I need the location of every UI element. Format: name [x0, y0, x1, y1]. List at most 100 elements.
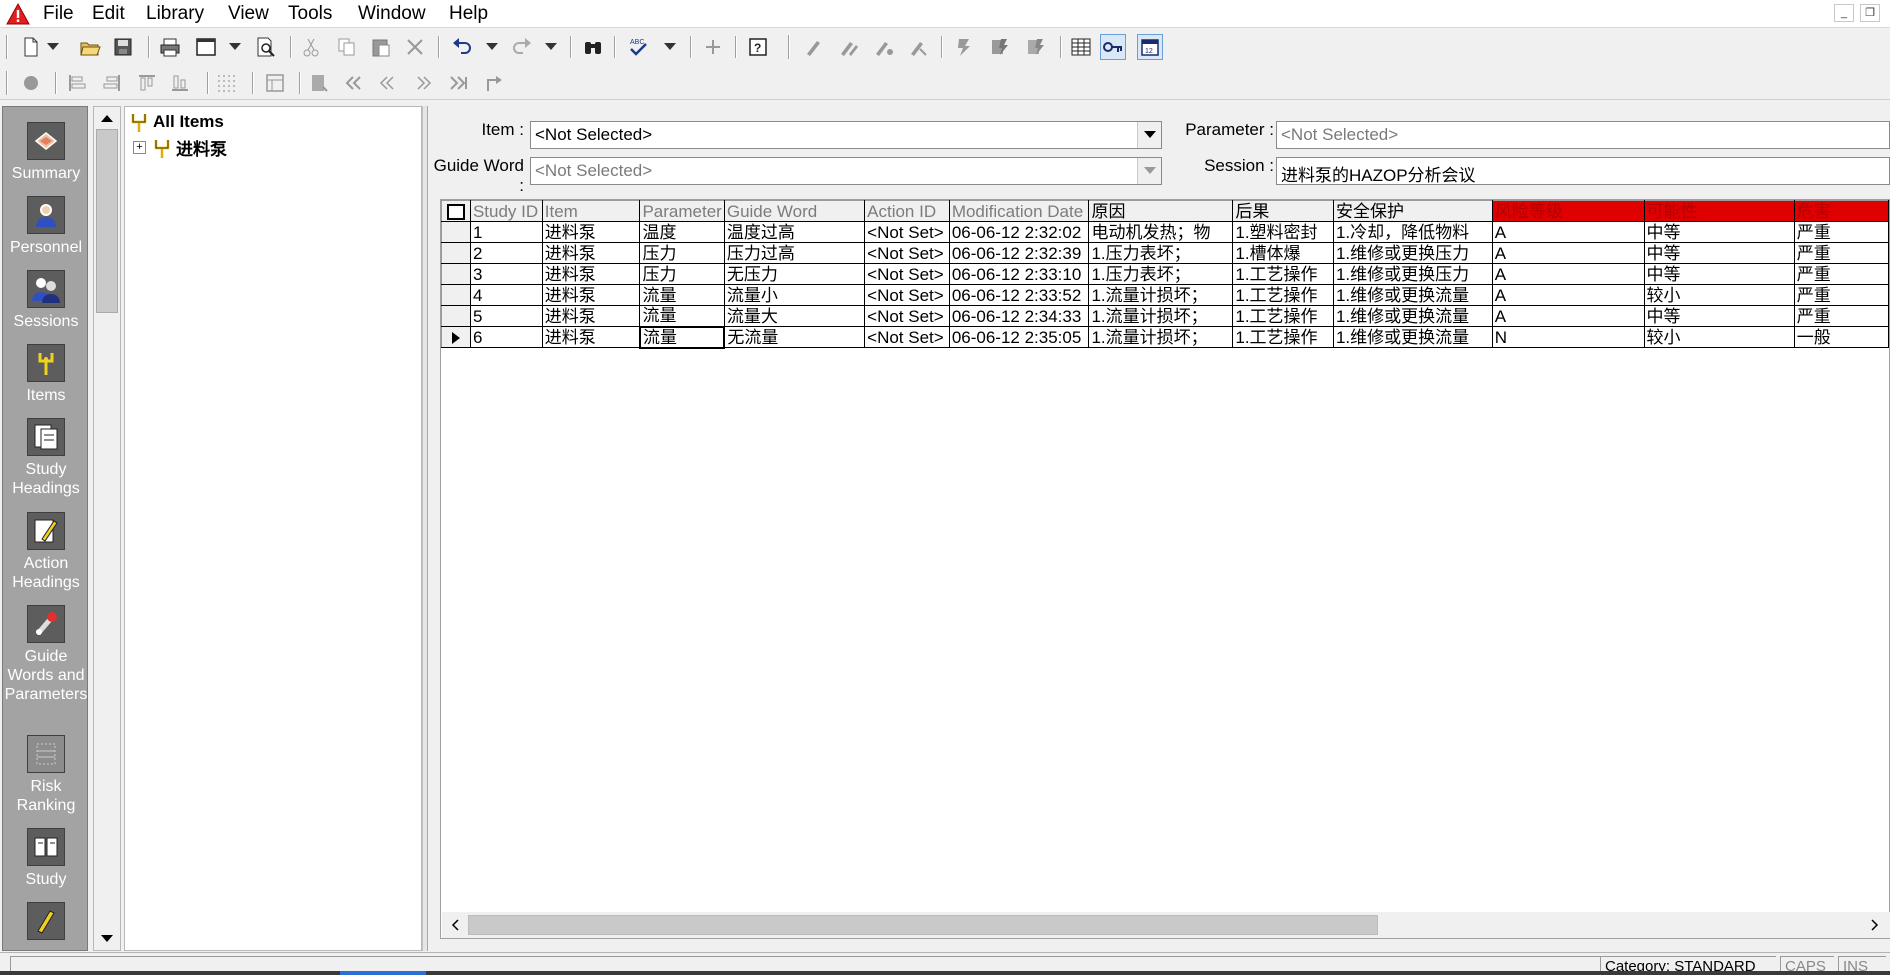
- save-disk-icon[interactable]: [110, 34, 136, 60]
- align-left-icon[interactable]: [64, 70, 90, 96]
- flag-lightning-3-icon[interactable]: [1023, 34, 1049, 60]
- menu-help[interactable]: Help: [447, 3, 490, 25]
- redo-icon[interactable]: [509, 34, 535, 60]
- cell-study-id[interactable]: 3: [469, 263, 543, 285]
- toolbar-grip[interactable]: [6, 35, 8, 59]
- cell-study-id[interactable]: 1: [469, 221, 543, 243]
- goto-record-icon[interactable]: [480, 70, 506, 96]
- page-layout-icon[interactable]: [193, 34, 219, 60]
- cell-parameter[interactable]: 温度: [639, 221, 725, 243]
- last-record-icon[interactable]: [445, 70, 471, 96]
- cell-safeguard[interactable]: 1.维修或更换压力: [1332, 263, 1493, 285]
- find-binoculars-icon[interactable]: [580, 34, 606, 60]
- undo-icon[interactable]: [449, 34, 475, 60]
- menu-window[interactable]: Window: [356, 3, 428, 25]
- column-header-cause[interactable]: 原因: [1088, 200, 1234, 222]
- cell-item[interactable]: 进料泵: [541, 221, 641, 243]
- paste-icon[interactable]: [368, 34, 394, 60]
- action-pen-4-icon[interactable]: [905, 34, 931, 60]
- guide-word-filter-combo[interactable]: <Not Selected>: [530, 157, 1162, 185]
- cell-action-id[interactable]: <Not Set>: [864, 305, 950, 327]
- horizontal-scrollbar[interactable]: [442, 912, 1890, 938]
- tree-node-feed-pump[interactable]: + 进料泵: [133, 135, 227, 160]
- row-selector[interactable]: [441, 221, 471, 243]
- align-bottom-icon[interactable]: [167, 70, 193, 96]
- cut-icon[interactable]: [298, 34, 324, 60]
- guide-word-dropdown-arrow-icon[interactable]: [1137, 158, 1161, 184]
- spellcheck-icon[interactable]: ABC: [625, 34, 651, 60]
- table-row[interactable]: 5 进料泵 流量 流量大 <Not Set> 06-06-12 2:34:33 1.流量计损…: [441, 305, 1889, 327]
- cell-likelihood[interactable]: 中等: [1643, 305, 1795, 327]
- grid-view-icon[interactable]: [1068, 34, 1094, 60]
- cell-likelihood[interactable]: 中等: [1643, 263, 1795, 285]
- cell-action-id[interactable]: <Not Set>: [864, 242, 950, 264]
- cell-cause[interactable]: 1.压力表坏；: [1088, 263, 1234, 285]
- cell-risk-level[interactable]: A: [1491, 242, 1645, 264]
- menu-view[interactable]: View: [226, 3, 271, 25]
- nav-action[interactable]: [3, 902, 87, 940]
- column-header-action-id[interactable]: Action ID: [864, 200, 950, 222]
- record-stop-icon[interactable]: [18, 70, 44, 96]
- menu-library[interactable]: Library: [144, 3, 206, 25]
- cell-item[interactable]: 进料泵: [541, 263, 641, 285]
- cell-risk-level[interactable]: A: [1491, 284, 1645, 306]
- nav-items[interactable]: Items: [3, 344, 87, 405]
- redo-dropdown-chevron-icon[interactable]: [544, 34, 558, 60]
- column-header-consequence[interactable]: 后果: [1232, 200, 1334, 222]
- nav-study[interactable]: Study: [3, 828, 87, 889]
- scroll-down-arrow-icon[interactable]: [96, 930, 118, 948]
- cell-severity[interactable]: 严重: [1793, 221, 1889, 243]
- table-row[interactable]: 6 进料泵 流量 无流量 <Not Set> 06-06-12 2:35:05 1.流量计损…: [441, 325, 1889, 349]
- cell-parameter[interactable]: 压力: [639, 263, 725, 285]
- flag-lightning-1-icon[interactable]: [951, 34, 977, 60]
- key-icon[interactable]: [1100, 34, 1126, 60]
- first-record-icon[interactable]: [340, 70, 366, 96]
- select-all-checkbox[interactable]: [446, 204, 465, 221]
- nav-risk-ranking[interactable]: Risk Ranking: [3, 735, 87, 815]
- cell-cause[interactable]: 电动机发热；物: [1088, 221, 1234, 243]
- column-header-item[interactable]: Item: [541, 200, 641, 222]
- row-selector[interactable]: [441, 242, 471, 264]
- delete-x-icon[interactable]: [402, 34, 428, 60]
- undo-dropdown-chevron-icon[interactable]: [485, 34, 499, 60]
- row-selector[interactable]: [441, 284, 471, 306]
- cell-likelihood[interactable]: 较小: [1643, 284, 1795, 306]
- nav-sessions[interactable]: Sessions: [3, 270, 87, 331]
- cell-guide-word[interactable]: 无压力: [723, 263, 866, 285]
- cell-parameter[interactable]: 流量: [639, 305, 725, 327]
- nav-action-headings[interactable]: Action Headings: [3, 512, 87, 592]
- cell-modification-date[interactable]: 06-06-12 2:35:05: [948, 326, 1090, 348]
- item-filter-combo[interactable]: <Not Selected>: [530, 121, 1162, 149]
- row-selector[interactable]: [441, 305, 471, 327]
- nav-study-headings[interactable]: Study Headings: [3, 418, 87, 498]
- nav-guide-words-parameters[interactable]: Guide Words and Parameters: [3, 605, 87, 704]
- horizontal-scrollbar-thumb[interactable]: [468, 915, 1378, 935]
- cell-cause[interactable]: 1.流量计损坏；: [1088, 284, 1234, 306]
- cell-likelihood[interactable]: 中等: [1643, 242, 1795, 264]
- cell-action-id[interactable]: <Not Set>: [864, 284, 950, 306]
- column-header-safeguard[interactable]: 安全保护: [1332, 200, 1493, 222]
- align-top-icon[interactable]: [134, 70, 160, 96]
- cell-severity[interactable]: 严重: [1793, 305, 1889, 327]
- align-right-icon[interactable]: [99, 70, 125, 96]
- cell-safeguard[interactable]: 1.维修或更换压力: [1332, 242, 1493, 264]
- cell-guide-word[interactable]: 流量大: [723, 305, 866, 327]
- cell-guide-word[interactable]: 温度过高: [723, 221, 866, 243]
- cell-guide-word[interactable]: 压力过高: [723, 242, 866, 264]
- cell-cause[interactable]: 1.流量计损坏；: [1088, 326, 1234, 348]
- table-row[interactable]: 2 进料泵 压力 压力过高 <Not Set> 06-06-12 2:32:39 1.压力表…: [441, 242, 1889, 264]
- menu-file[interactable]: File: [41, 3, 76, 25]
- add-plus-icon[interactable]: [700, 34, 726, 60]
- new-dropdown-chevron-icon[interactable]: [46, 34, 60, 60]
- record-list-icon[interactable]: [307, 70, 333, 96]
- action-pen-3-icon[interactable]: [871, 34, 897, 60]
- cell-action-id[interactable]: <Not Set>: [864, 221, 950, 243]
- cell-safeguard[interactable]: 1.冷却，降低物料: [1332, 221, 1493, 243]
- table-row[interactable]: 3 进料泵 压力 无压力 <Not Set> 06-06-12 2:33:10 1.压力表坏…: [441, 263, 1889, 285]
- tree-root[interactable]: All Items: [129, 111, 224, 133]
- cell-consequence[interactable]: 1.工艺操作: [1232, 305, 1334, 327]
- cell-cause[interactable]: 1.流量计损坏；: [1088, 305, 1234, 327]
- cell-parameter[interactable]: 流量: [639, 284, 725, 306]
- row-selector[interactable]: [441, 326, 471, 348]
- cell-action-id[interactable]: <Not Set>: [864, 326, 950, 348]
